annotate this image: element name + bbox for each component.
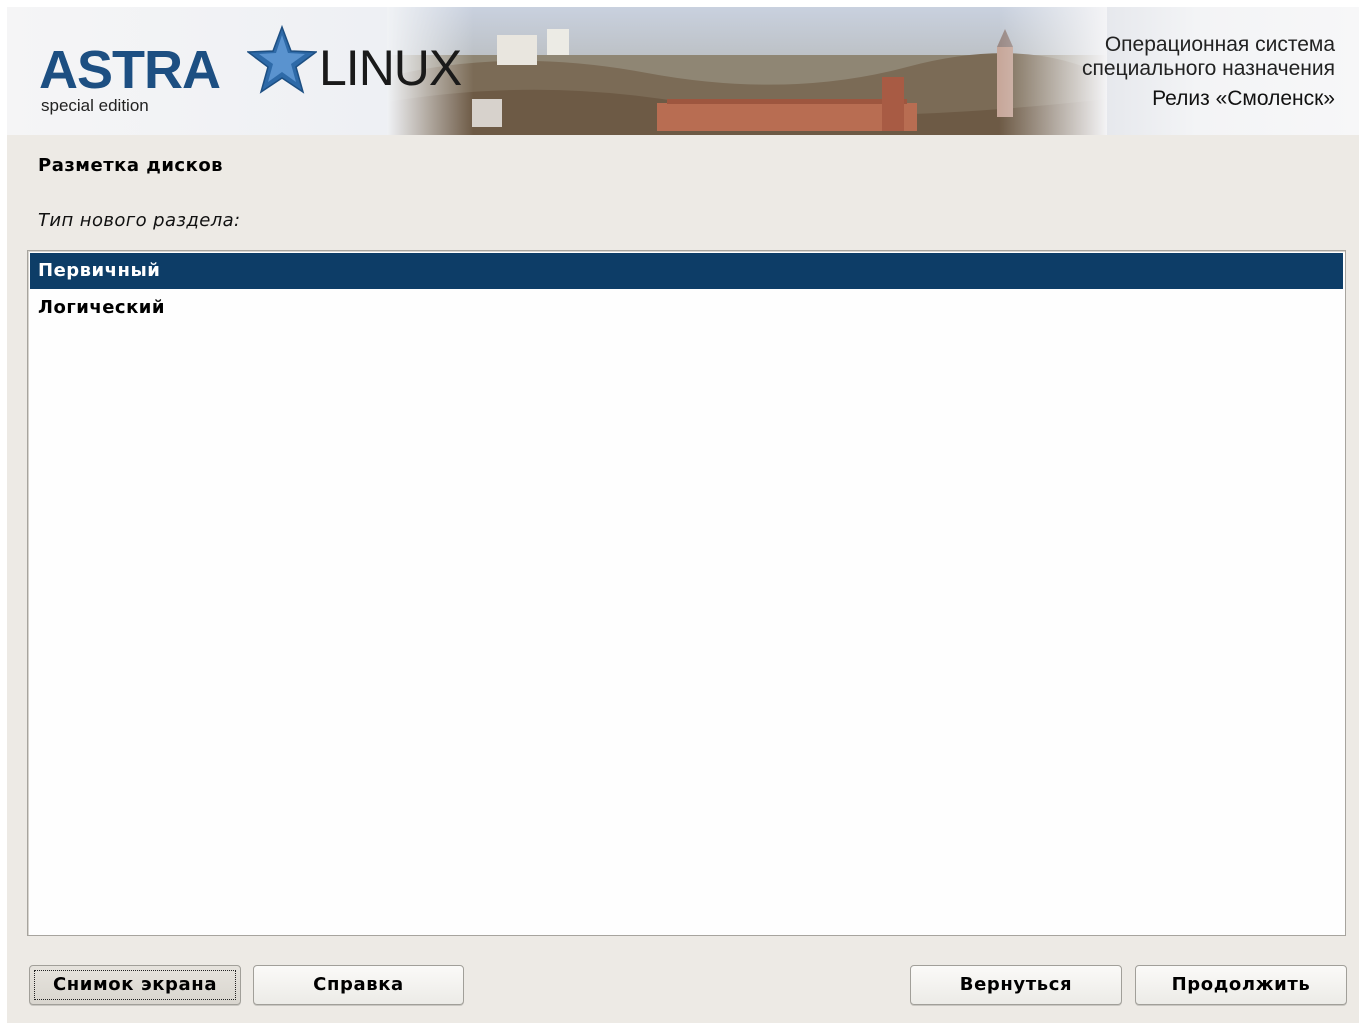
edition-label: special edition [41, 96, 149, 115]
os-line-1: Операционная система [1104, 33, 1335, 56]
page-title: Разметка дисков [38, 155, 224, 176]
screenshot-button[interactable]: Снимок экрана [29, 965, 241, 1005]
back-button[interactable]: Вернуться [910, 965, 1122, 1005]
help-button-label: Справка [313, 974, 404, 995]
continue-button[interactable]: Продолжить [1135, 965, 1347, 1005]
partition-type-list[interactable]: Первичный Логический [27, 250, 1346, 936]
installer-window: ASTRA LINUX special edition Операционная… [7, 7, 1359, 1023]
astra-logo-text: ASTRA [39, 40, 221, 100]
release-name: Релиз «Смоленск» [1152, 87, 1335, 110]
list-item-logical[interactable]: Логический [30, 290, 1343, 326]
help-button[interactable]: Справка [253, 965, 464, 1005]
star-logo-icon [247, 25, 317, 94]
back-button-label: Вернуться [959, 974, 1073, 995]
list-item-primary[interactable]: Первичный [30, 253, 1343, 289]
header-banner: ASTRA LINUX special edition Операционная… [7, 7, 1359, 135]
list-item-label: Логический [38, 297, 166, 318]
linux-logo-text: LINUX [319, 40, 462, 96]
os-description: Операционная система специального назнач… [1082, 33, 1335, 81]
os-line-2: специального назначения [1082, 57, 1335, 80]
focus-indicator [34, 970, 236, 1000]
city-panorama-image [387, 7, 1107, 135]
list-item-label: Первичный [38, 260, 161, 281]
continue-button-label: Продолжить [1171, 974, 1311, 995]
question-label: Тип нового раздела: [38, 210, 241, 231]
